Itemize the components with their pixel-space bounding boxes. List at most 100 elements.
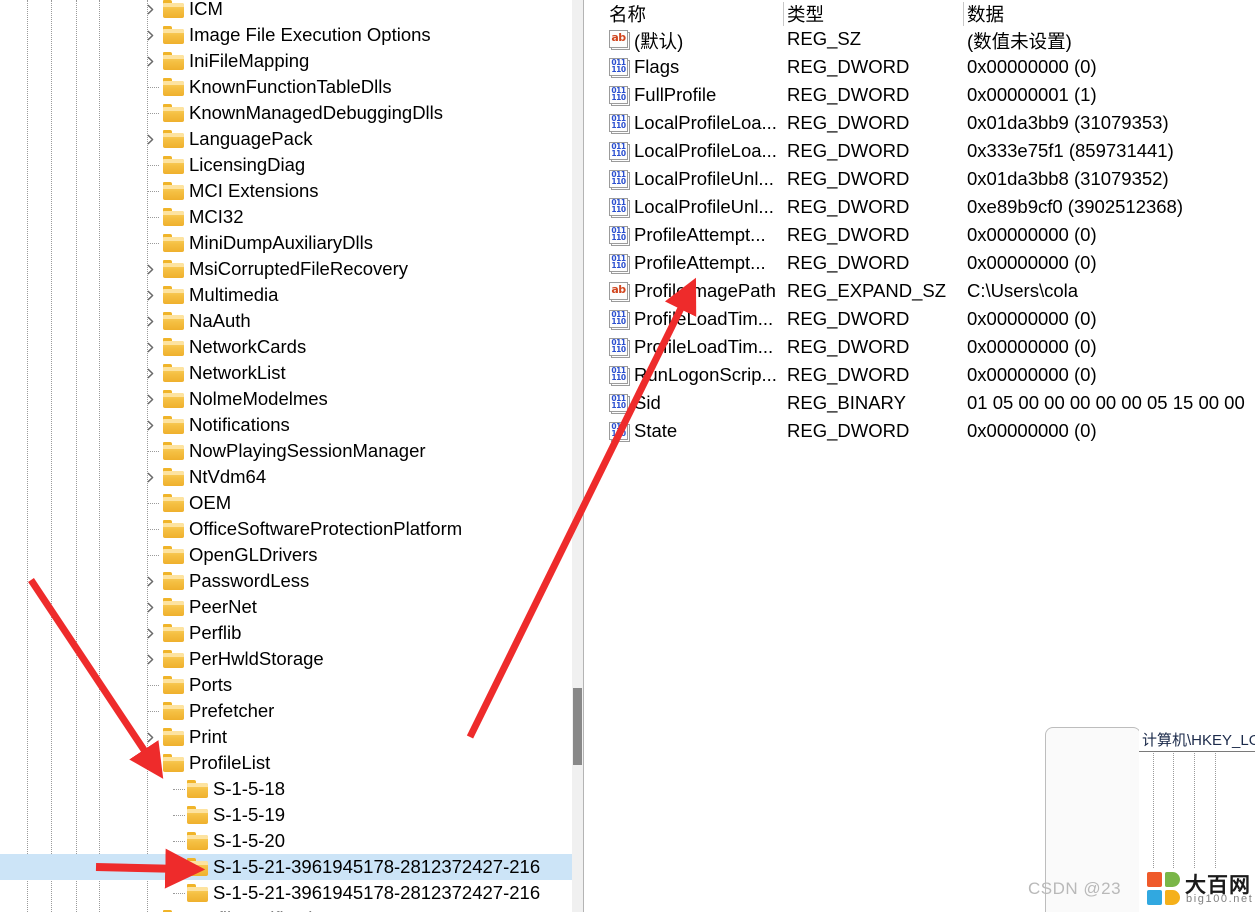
pane-splitter[interactable] — [583, 0, 602, 912]
value-data: 01 05 00 00 00 00 00 05 15 00 00 — [967, 392, 1245, 413]
value-row[interactable]: 011 110 ProfileAttempt... REG_DWORD 0x000000… — [601, 250, 1255, 278]
tree-item-profilelist[interactable]: ProfileList — [0, 750, 572, 776]
column-separator-name-type[interactable] — [783, 2, 784, 26]
chevron-right-icon[interactable] — [142, 651, 158, 667]
chevron-right-icon[interactable] — [142, 599, 158, 615]
tree-item-perflib[interactable]: Perflib — [0, 620, 572, 646]
value-row[interactable]: 011 110 Sid REG_BINARY 01 05 00 00 00 00 00 … — [601, 390, 1255, 418]
tree-item-s-1-5-18[interactable]: S-1-5-18 — [0, 776, 572, 802]
tree-item-s-1-5-20[interactable]: S-1-5-20 — [0, 828, 572, 854]
value-row[interactable]: ab (默认) REG_SZ (数值未设置) — [601, 26, 1255, 54]
value-row[interactable]: 011 110 LocalProfileLoa... REG_DWORD 0x333e7… — [601, 138, 1255, 166]
tree-item-mci-extensions[interactable]: MCI Extensions — [0, 178, 572, 204]
value-row[interactable]: 011 110 LocalProfileLoa... REG_DWORD 0x01da3… — [601, 110, 1255, 138]
tree-item-label: KnownManagedDebuggingDlls — [189, 102, 444, 123]
tree-item-label: NolmeModelmes — [189, 388, 328, 409]
column-header-type[interactable]: 类型 — [787, 1, 824, 27]
folder-icon — [163, 130, 185, 148]
value-name: ProfileImagePath — [634, 280, 776, 301]
tree-item-print[interactable]: Print — [0, 724, 572, 750]
tree-item-oem[interactable]: OEM — [0, 490, 572, 516]
folder-icon — [163, 312, 185, 330]
tree-item-inifilemapping[interactable]: IniFileMapping — [0, 48, 572, 74]
chevron-right-icon[interactable] — [142, 261, 158, 277]
value-name: ProfileLoadTim... — [634, 308, 774, 329]
value-data: 0x00000000 (0) — [967, 56, 1097, 77]
chevron-right-icon[interactable] — [142, 27, 158, 43]
tree-scrollbar-thumb[interactable] — [573, 688, 582, 765]
tree-item-networklist[interactable]: NetworkList — [0, 360, 572, 386]
tree-item-s-1-5-21-3961945178-2812372427-216[interactable]: S-1-5-21-3961945178-2812372427-216 — [0, 854, 572, 880]
value-row[interactable]: 011 110 State REG_DWORD 0x00000000 (0) — [601, 418, 1255, 446]
tree-item-perhwldstorage[interactable]: PerHwldStorage — [0, 646, 572, 672]
tree-item-notifications[interactable]: Notifications — [0, 412, 572, 438]
chevron-right-icon[interactable] — [142, 1, 158, 17]
column-header-name[interactable]: 名称 — [609, 1, 646, 27]
tree-item-s-1-5-21-3961945178-2812372427-216[interactable]: S-1-5-21-3961945178-2812372427-216 — [0, 880, 572, 906]
chevron-right-icon[interactable] — [142, 365, 158, 381]
value-row[interactable]: 011 110 Flags REG_DWORD 0x00000000 (0) — [601, 54, 1255, 82]
chevron-right-icon[interactable] — [142, 287, 158, 303]
tree-item-nolmemodelmes[interactable]: NolmeModelmes — [0, 386, 572, 412]
tree-item-licensingdiag[interactable]: LicensingDiag — [0, 152, 572, 178]
tree-item-multimedia[interactable]: Multimedia — [0, 282, 572, 308]
value-type: REG_DWORD — [787, 224, 910, 245]
folder-icon — [163, 650, 185, 668]
tree-item-ntvdm64[interactable]: NtVdm64 — [0, 464, 572, 490]
registry-key-tree[interactable]: ICM Image File Execution Options IniFileMa… — [0, 0, 572, 912]
tree-connector-line — [147, 451, 159, 452]
tree-item-image-file-execution-options[interactable]: Image File Execution Options — [0, 22, 572, 48]
tree-item-knownfunctiontabledlls[interactable]: KnownFunctionTableDlls — [0, 74, 572, 100]
tree-item-prefetcher[interactable]: Prefetcher — [0, 698, 572, 724]
dword-value-icon: 011 110 — [609, 254, 630, 274]
column-header-data[interactable]: 数据 — [967, 1, 1004, 27]
tree-item-mci32[interactable]: MCI32 — [0, 204, 572, 230]
dword-value-icon: 011 110 — [609, 310, 630, 330]
tree-item-networkcards[interactable]: NetworkCards — [0, 334, 572, 360]
tree-item-knownmanageddebuggingdlls[interactable]: KnownManagedDebuggingDlls — [0, 100, 572, 126]
chevron-right-icon[interactable] — [142, 573, 158, 589]
value-data: 0x01da3bb9 (31079353) — [967, 112, 1169, 133]
chevron-right-icon[interactable] — [142, 625, 158, 641]
value-row[interactable]: 011 110 ProfileLoadTim... REG_DWORD 0x000000… — [601, 334, 1255, 362]
value-row[interactable]: ab ProfileImagePath REG_EXPAND_SZ C:\Users\… — [601, 278, 1255, 306]
tree-item-label: NaAuth — [189, 310, 251, 331]
chevron-right-icon[interactable] — [142, 53, 158, 69]
tree-item-officesoftwareprotectionplatform[interactable]: OfficeSoftwareProtectionPlatform — [0, 516, 572, 542]
tree-item-s-1-5-19[interactable]: S-1-5-19 — [0, 802, 572, 828]
dword-value-icon: 011 110 — [609, 58, 630, 78]
value-list-header[interactable]: 名称 类型 数据 — [601, 0, 1255, 26]
chevron-down-icon[interactable] — [142, 755, 158, 771]
folder-icon — [163, 156, 185, 174]
tree-item-minidumpauxiliarydlls[interactable]: MiniDumpAuxiliaryDlls — [0, 230, 572, 256]
tree-vertical-scrollbar[interactable] — [572, 0, 583, 912]
tree-item-passwordless[interactable]: PasswordLess — [0, 568, 572, 594]
tree-item-icm[interactable]: ICM — [0, 0, 572, 22]
value-row[interactable]: 011 110 FullProfile REG_DWORD 0x00000001 (1) — [601, 82, 1255, 110]
value-row[interactable]: 011 110 ProfileAttempt... REG_DWORD 0x000000… — [601, 222, 1255, 250]
tree-item-profilenotification[interactable]: ProfileNotification — [0, 906, 572, 912]
column-separator-type-data[interactable] — [963, 2, 964, 26]
value-data: 0x333e75f1 (859731441) — [967, 140, 1174, 161]
chevron-right-icon[interactable] — [142, 131, 158, 147]
tree-item-nowplayingsessionmanager[interactable]: NowPlayingSessionManager — [0, 438, 572, 464]
chevron-right-icon[interactable] — [142, 313, 158, 329]
value-row[interactable]: 011 110 ProfileLoadTim... REG_DWORD 0x000000… — [601, 306, 1255, 334]
tree-item-peernet[interactable]: PeerNet — [0, 594, 572, 620]
tree-item-opengldrivers[interactable]: OpenGLDrivers — [0, 542, 572, 568]
chevron-right-icon[interactable] — [142, 391, 158, 407]
value-data: 0x00000001 (1) — [967, 84, 1097, 105]
chevron-right-icon[interactable] — [142, 729, 158, 745]
tree-item-label: Ports — [189, 674, 233, 695]
folder-icon — [187, 832, 209, 850]
chevron-right-icon[interactable] — [142, 469, 158, 485]
tree-item-ports[interactable]: Ports — [0, 672, 572, 698]
chevron-right-icon[interactable] — [142, 339, 158, 355]
value-row[interactable]: 011 110 RunLogonScrip... REG_DWORD 0x0000000… — [601, 362, 1255, 390]
value-row[interactable]: 011 110 LocalProfileUnl... REG_DWORD 0x01da3… — [601, 166, 1255, 194]
value-row[interactable]: 011 110 LocalProfileUnl... REG_DWORD 0xe89b9… — [601, 194, 1255, 222]
tree-item-msicorruptedfilerecovery[interactable]: MsiCorruptedFileRecovery — [0, 256, 572, 282]
tree-item-languagepack[interactable]: LanguagePack — [0, 126, 572, 152]
tree-item-naauth[interactable]: NaAuth — [0, 308, 572, 334]
chevron-right-icon[interactable] — [142, 417, 158, 433]
